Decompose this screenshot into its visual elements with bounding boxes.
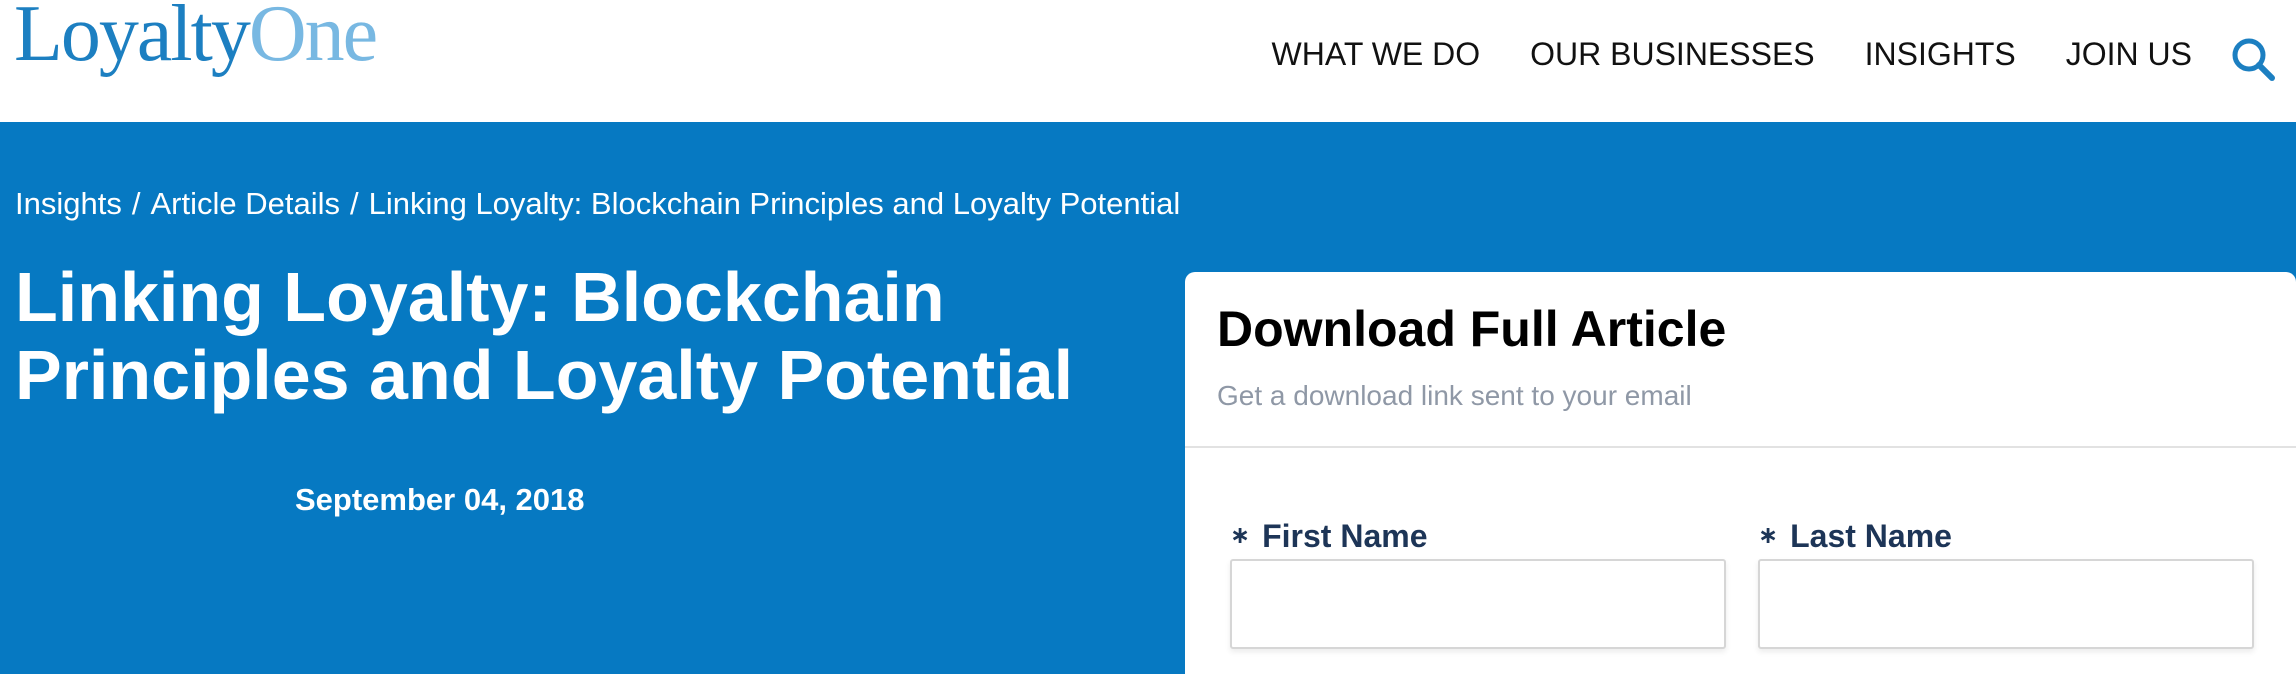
breadcrumb-item-article-details[interactable]: Article Details bbox=[150, 186, 340, 221]
breadcrumb-separator: / bbox=[349, 186, 359, 221]
loyaltyone-logo[interactable]: LoyaltyOne bbox=[14, 0, 378, 74]
article-date: September 04, 2018 bbox=[295, 482, 585, 517]
article-title: Linking Loyalty: Blockchain Principles a… bbox=[15, 258, 1074, 414]
breadcrumb-item-insights[interactable]: Insights bbox=[15, 186, 122, 221]
download-form-card: Download Full Article Get a download lin… bbox=[1185, 272, 2296, 674]
search-button[interactable] bbox=[2230, 36, 2276, 82]
logo-text-loyalty: Loyalty bbox=[14, 0, 251, 78]
breadcrumb-separator: / bbox=[131, 186, 141, 221]
form-header bbox=[1185, 272, 2296, 448]
search-icon bbox=[2232, 38, 2275, 81]
nav-item-our-businesses[interactable]: OUR BUSINESSES bbox=[1530, 36, 1815, 73]
first-name-input[interactable] bbox=[1230, 559, 1726, 649]
nav-item-what-we-do[interactable]: WHAT WE DO bbox=[1272, 36, 1481, 73]
required-marker: ∗ bbox=[1230, 522, 1251, 549]
main-nav: WHAT WE DO OUR BUSINESSES INSIGHTS JOIN … bbox=[1272, 36, 2192, 73]
last-name-input[interactable] bbox=[1758, 559, 2254, 649]
first-name-label-text: First Name bbox=[1262, 518, 1428, 554]
last-name-label: ∗ Last Name bbox=[1758, 518, 1952, 555]
first-name-label: ∗ First Name bbox=[1230, 518, 1428, 555]
form-title: Download Full Article bbox=[1217, 301, 1727, 357]
form-subtitle: Get a download link sent to your email bbox=[1217, 380, 1692, 411]
nav-item-join-us[interactable]: JOIN US bbox=[2066, 36, 2192, 73]
logo-text-one: One bbox=[248, 0, 378, 78]
breadcrumb: Insights / Article Details / Linking Loyalty… bbox=[15, 186, 1180, 222]
required-marker: ∗ bbox=[1758, 522, 1779, 549]
site-header: LoyaltyOne WHAT WE DO OUR BUSINESSES INS… bbox=[0, 0, 2296, 122]
breadcrumb-item-current: Linking Loyalty: Blockchain Principles a… bbox=[368, 186, 1181, 221]
last-name-label-text: Last Name bbox=[1790, 518, 1952, 554]
nav-item-insights[interactable]: INSIGHTS bbox=[1865, 36, 2016, 73]
